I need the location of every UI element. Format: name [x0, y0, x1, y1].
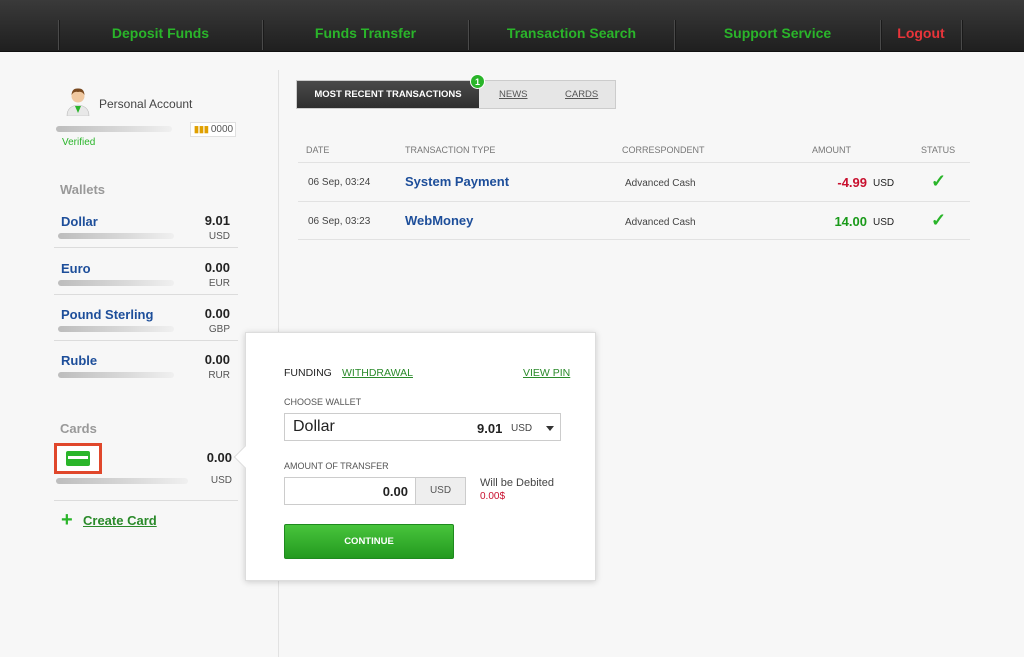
tx-type-link[interactable]: System Payment: [405, 174, 509, 189]
selected-wallet-name: Dollar: [293, 418, 335, 435]
tab-cards[interactable]: CARDS: [565, 81, 598, 108]
col-header-type: TRANSACTION TYPE: [405, 145, 496, 155]
rating-value: 0000: [210, 124, 234, 135]
plus-icon[interactable]: +: [61, 510, 73, 530]
wallet-name[interactable]: Ruble: [61, 353, 97, 368]
wallet-amount: 9.01: [204, 213, 230, 228]
wallet-id-redacted: [58, 280, 174, 286]
wallets-title: Wallets: [60, 182, 106, 197]
tx-amount: -4.99: [837, 175, 867, 190]
amount-input[interactable]: [284, 477, 416, 505]
wallet-amount: 0.00: [204, 306, 230, 321]
selected-wallet-amount: 9.01: [477, 421, 503, 436]
continue-button[interactable]: CONTINUE: [284, 524, 454, 559]
wallet-currency: RUR: [208, 370, 230, 381]
debit-label: Will be Debited: [480, 477, 554, 489]
col-header-correspondent: CORRESPONDENT: [622, 145, 705, 155]
wallet-currency: EUR: [208, 278, 230, 289]
wallet-currency: USD: [208, 231, 230, 242]
tab-withdrawal[interactable]: WITHDRAWAL: [342, 367, 413, 379]
tx-correspondent: Advanced Cash: [625, 217, 696, 228]
card-number-redacted: [56, 478, 188, 484]
nav-support-service[interactable]: Support Service: [675, 0, 880, 52]
rating-badge: ▮▮▮ 0000: [190, 122, 236, 137]
nav-deposit-funds[interactable]: Deposit Funds: [59, 0, 262, 52]
transactions-tabs: MOST RECENT TRANSACTIONS 1 NEWS CARDS: [296, 74, 616, 109]
wallet-row-dollar[interactable]: Dollar 9.01 USD: [54, 202, 238, 248]
nav-funds-transfer[interactable]: Funds Transfer: [263, 0, 468, 52]
dropdown-arrow-icon: [546, 426, 554, 431]
table-row[interactable]: 06 Sep, 03:24 System Payment Advanced Ca…: [298, 162, 970, 201]
tx-currency: USD: [873, 178, 895, 189]
col-header-status: STATUS: [921, 145, 956, 155]
top-navigation: Deposit Funds Funds Transfer Transaction…: [0, 0, 1024, 52]
wallet-row-pound-sterling[interactable]: Pound Sterling 0.00 GBP: [54, 295, 238, 341]
amount-label: AMOUNT OF TRANSFER: [284, 461, 389, 471]
tx-type-link[interactable]: WebMoney: [405, 213, 473, 228]
credit-card-icon: [66, 451, 90, 466]
selected-wallet-currency: USD: [511, 423, 533, 434]
wallet-currency: GBP: [208, 324, 230, 335]
wallet-id-redacted: [58, 326, 174, 332]
account-name: Personal Account: [99, 97, 193, 111]
sidebar: Personal Account ▮▮▮ 0000 Verified Wallet…: [52, 52, 240, 657]
account-id-redacted: [56, 126, 172, 132]
tx-currency: USD: [873, 217, 895, 228]
card-funding-popup: FUNDING WITHDRAWAL VIEW PIN CHOOSE WALLE…: [233, 332, 596, 581]
col-header-date: DATE: [306, 145, 330, 155]
wallet-row-ruble[interactable]: Ruble 0.00 RUR: [54, 341, 238, 387]
cards-title: Cards: [60, 421, 97, 436]
wallet-amount: 0.00: [204, 352, 230, 367]
nav-separator: [961, 20, 962, 50]
card-amount: 0.00: [206, 450, 232, 465]
view-pin-link[interactable]: VIEW PIN: [523, 367, 570, 379]
col-header-amount: AMOUNT: [812, 145, 851, 155]
tx-amount: 14.00: [834, 214, 867, 229]
checkmark-icon: ✓: [931, 171, 947, 191]
wallet-name[interactable]: Pound Sterling: [61, 307, 153, 322]
divider: [54, 500, 238, 501]
tx-correspondent: Advanced Cash: [625, 178, 696, 189]
nav-transaction-search[interactable]: Transaction Search: [469, 0, 674, 52]
tab-news[interactable]: NEWS: [499, 81, 528, 108]
verified-status: Verified: [62, 137, 96, 148]
card-currency: USD: [210, 475, 232, 486]
card-item[interactable]: [54, 443, 102, 474]
tab-most-recent-transactions[interactable]: MOST RECENT TRANSACTIONS: [297, 81, 479, 108]
notification-badge: 1: [470, 74, 485, 89]
table-row[interactable]: 06 Sep, 03:23 WebMoney Advanced Cash 14.…: [298, 201, 970, 240]
debit-amount: 0.00$: [480, 491, 506, 502]
wallet-id-redacted: [58, 233, 174, 239]
checkmark-icon: ✓: [931, 210, 947, 230]
amount-currency: USD: [415, 477, 466, 505]
tx-date: 06 Sep, 03:24: [308, 177, 371, 188]
choose-wallet-label: CHOOSE WALLET: [284, 397, 362, 407]
nav-logout[interactable]: Logout: [881, 0, 961, 52]
user-avatar-icon: [66, 88, 90, 116]
wallet-name[interactable]: Dollar: [61, 214, 98, 229]
wallet-select[interactable]: Dollar 9.01 USD: [284, 413, 561, 441]
wallet-row-euro[interactable]: Euro 0.00 EUR: [54, 249, 238, 295]
wallet-id-redacted: [58, 372, 174, 378]
wallet-name[interactable]: Euro: [61, 261, 91, 276]
tab-funding[interactable]: FUNDING: [284, 367, 332, 379]
rating-bars-icon: ▮▮▮: [194, 124, 209, 134]
wallet-amount: 0.00: [204, 260, 230, 275]
tx-date: 06 Sep, 03:23: [308, 216, 371, 227]
create-card-link[interactable]: Create Card: [83, 513, 157, 528]
